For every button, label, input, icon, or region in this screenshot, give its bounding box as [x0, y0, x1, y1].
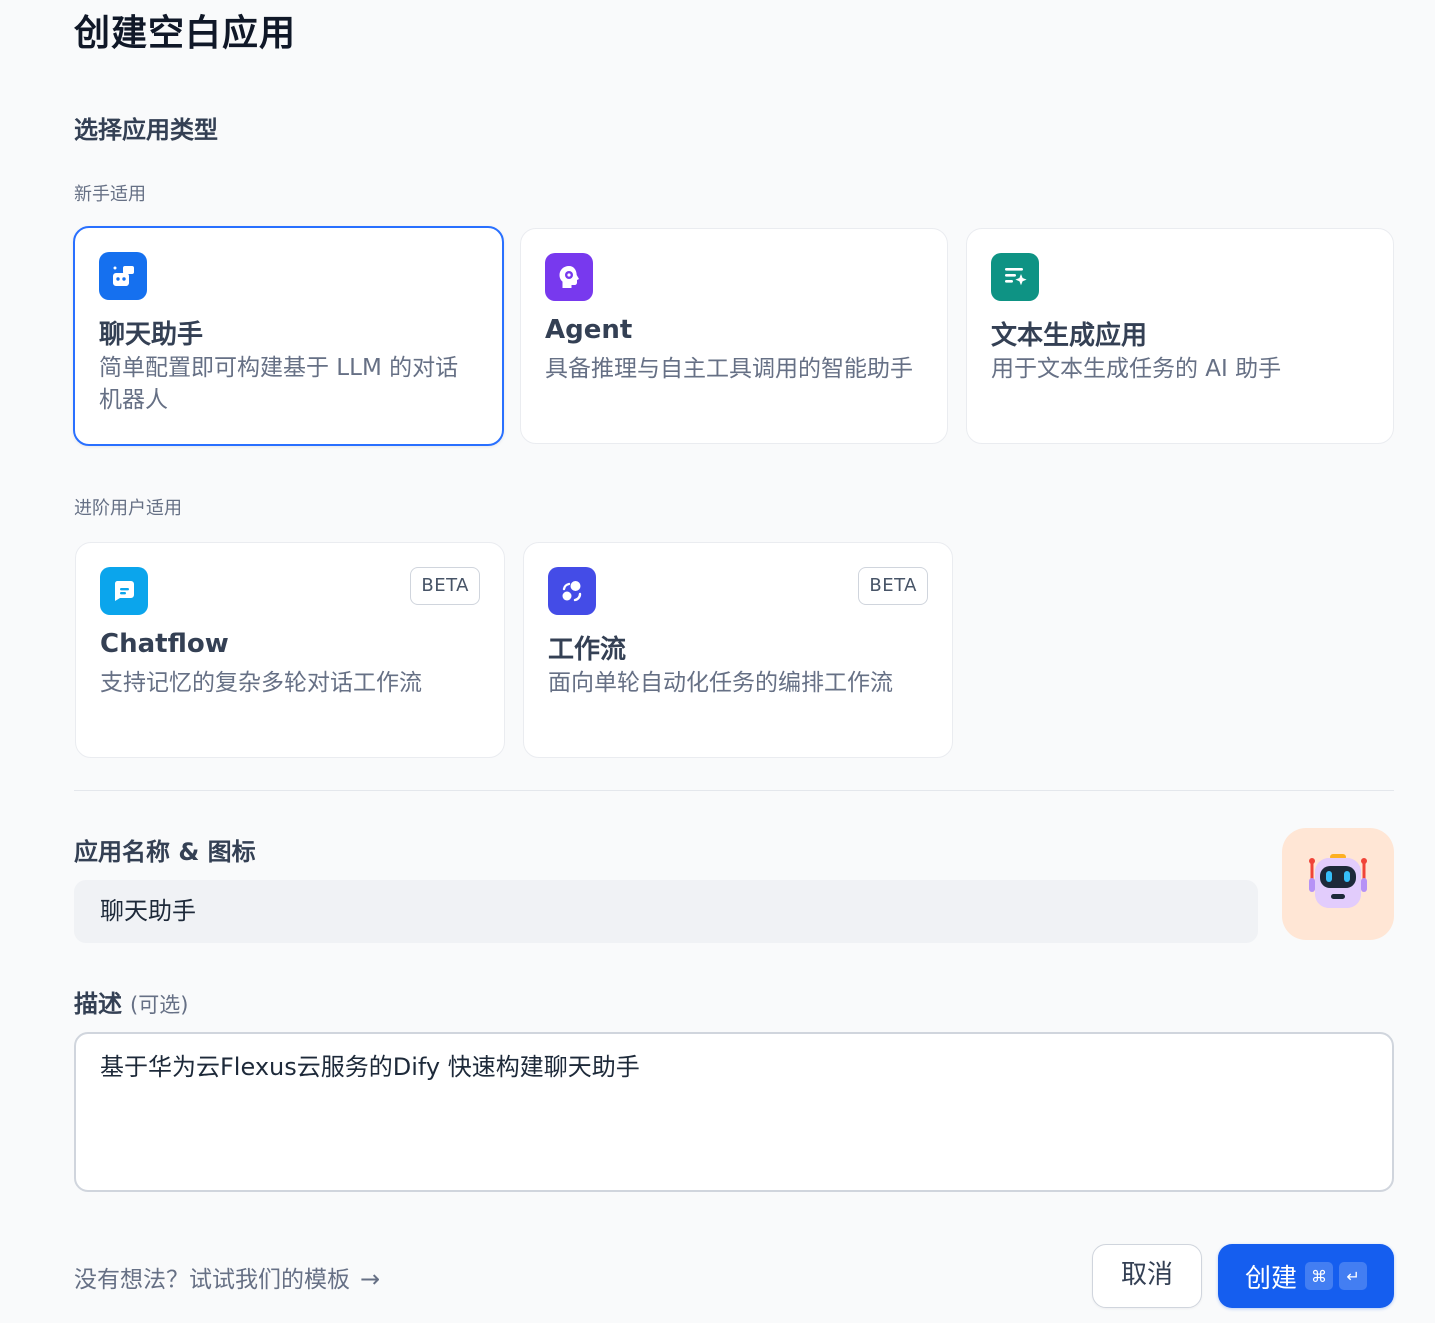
card-description: 面向单轮自动化任务的编排工作流: [548, 670, 893, 696]
name-icon-label: 应用名称 & 图标: [74, 838, 256, 866]
enter-key-icon: ↵: [1339, 1262, 1368, 1290]
card-title: 聊天助手: [99, 320, 204, 350]
beta-badge: BETA: [410, 567, 480, 605]
text-generation-icon: [991, 253, 1039, 301]
card-title: Chatflow: [100, 629, 229, 659]
beta-badge: BETA: [858, 567, 928, 605]
agent-head-icon: [545, 253, 593, 301]
create-button-label: 创建: [1245, 1263, 1298, 1294]
app-type-card-workflow[interactable]: BETA 工作流 面向单轮自动化任务的编排工作流: [523, 542, 953, 758]
cmd-key-icon: ⌘: [1305, 1262, 1334, 1290]
workflow-icon: [548, 567, 596, 615]
optional-hint: (可选): [130, 993, 189, 1017]
create-button[interactable]: 创建 ⌘ ↵: [1218, 1244, 1394, 1308]
description-textarea[interactable]: 基于华为云Flexus云服务的Dify 快速构建聊天助手: [74, 1032, 1394, 1192]
chatflow-icon: [100, 567, 148, 615]
card-title: Agent: [545, 315, 633, 345]
chat-bot-icon: [99, 252, 147, 300]
divider: [74, 790, 1394, 791]
app-type-card-chat-assistant[interactable]: 聊天助手 简单配置即可构建基于 LLM 的对话机器人: [73, 226, 504, 446]
section-title: 选择应用类型: [74, 116, 218, 144]
card-description: 具备推理与自主工具调用的智能助手: [545, 356, 913, 382]
create-blank-app-dialog: 创建空白应用 选择应用类型 新手适用 聊天助手 简单配置即可构建基于 LLM 的…: [0, 0, 1435, 1323]
arrow-right-icon: →: [360, 1265, 381, 1293]
app-type-card-agent[interactable]: Agent 具备推理与自主工具调用的智能助手: [520, 228, 948, 444]
app-type-card-text-generation[interactable]: 文本生成应用 用于文本生成任务的 AI 助手: [966, 228, 1394, 444]
group-label-advanced: 进阶用户适用: [74, 498, 182, 519]
description-label-text: 描述: [74, 990, 122, 1018]
card-title: 文本生成应用: [991, 321, 1148, 351]
cancel-button[interactable]: 取消: [1092, 1244, 1202, 1308]
try-templates-link[interactable]: 没有想法？试试我们的模板 →: [74, 1260, 380, 1294]
template-link-text: 没有想法？试试我们的模板: [74, 1267, 350, 1293]
card-description: 用于文本生成任务的 AI 助手: [991, 356, 1282, 382]
description-label: 描述 (可选): [74, 984, 188, 1019]
card-description: 支持记忆的复杂多轮对话工作流: [100, 670, 422, 696]
app-type-card-chatflow[interactable]: BETA Chatflow 支持记忆的复杂多轮对话工作流: [75, 542, 505, 758]
card-description: 简单配置即可构建基于 LLM 的对话机器人: [99, 355, 459, 413]
card-title: 工作流: [548, 635, 627, 665]
app-icon-picker[interactable]: [1282, 828, 1394, 940]
group-label-beginner: 新手适用: [74, 184, 146, 205]
robot-emoji-icon: [1309, 854, 1367, 908]
page-title: 创建空白应用: [74, 13, 297, 54]
app-name-input[interactable]: 聊天助手: [74, 880, 1258, 943]
